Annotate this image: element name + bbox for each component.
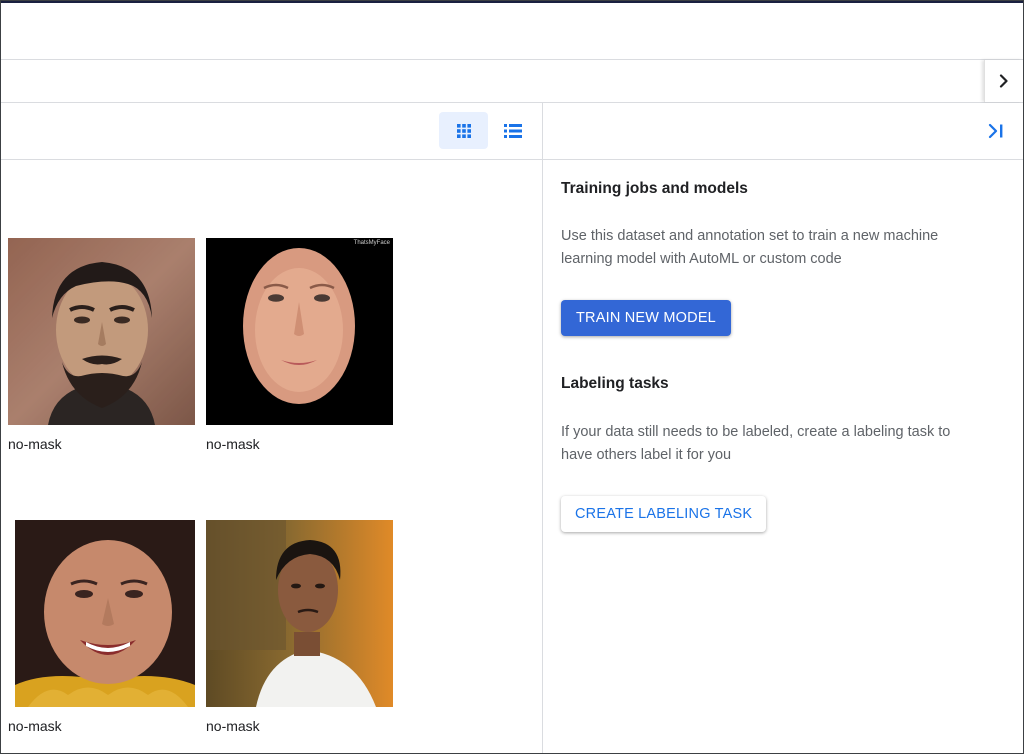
gallery-item[interactable]: no-mask — [8, 520, 195, 734]
create-labeling-task-button[interactable]: CREATE LABELING TASK — [561, 496, 767, 532]
side-panel: Training jobs and models Use this datase… — [543, 103, 1024, 754]
grid-view-button[interactable] — [439, 112, 488, 149]
labeling-description: If your data still needs to be labeled, … — [561, 424, 951, 463]
breadcrumb-bar — [0, 60, 1024, 103]
list-view-icon — [503, 123, 522, 138]
watermark-text: ThatsMyFace — [353, 240, 390, 246]
collapse-panel-icon — [988, 123, 1003, 139]
gallery-item[interactable]: ThatsMyFace no-mask — [206, 238, 393, 452]
training-description: Use this dataset and annotation set to t… — [561, 228, 939, 267]
item-label: no-mask — [8, 718, 62, 734]
labeling-section-title: Labeling tasks — [561, 375, 669, 392]
expand-panel-button[interactable] — [984, 60, 1023, 102]
train-new-model-button[interactable]: TRAIN NEW MODEL — [561, 300, 731, 336]
top-header-bar — [0, 3, 1024, 60]
photo-thumbnail[interactable] — [206, 520, 393, 707]
item-label: no-mask — [206, 436, 260, 452]
chevron-right-icon — [999, 74, 1008, 88]
gallery-item[interactable]: no-mask — [206, 520, 393, 734]
view-toolbar — [0, 103, 542, 160]
item-label: no-mask — [8, 436, 62, 452]
image-gallery-pane: no-mask ThatsMyFace no-mask no-mask no-m… — [0, 103, 542, 754]
grid-view-icon — [456, 123, 471, 138]
gallery-item[interactable]: no-mask — [8, 238, 195, 452]
photo-thumbnail[interactable] — [8, 238, 195, 425]
photo-thumbnail[interactable] — [8, 520, 195, 707]
training-section-title: Training jobs and models — [561, 180, 748, 197]
item-label: no-mask — [206, 718, 260, 734]
side-panel-header — [543, 103, 1024, 160]
list-view-button[interactable] — [488, 112, 537, 149]
photo-thumbnail[interactable]: ThatsMyFace — [206, 238, 393, 425]
collapse-panel-button[interactable] — [980, 115, 1012, 147]
